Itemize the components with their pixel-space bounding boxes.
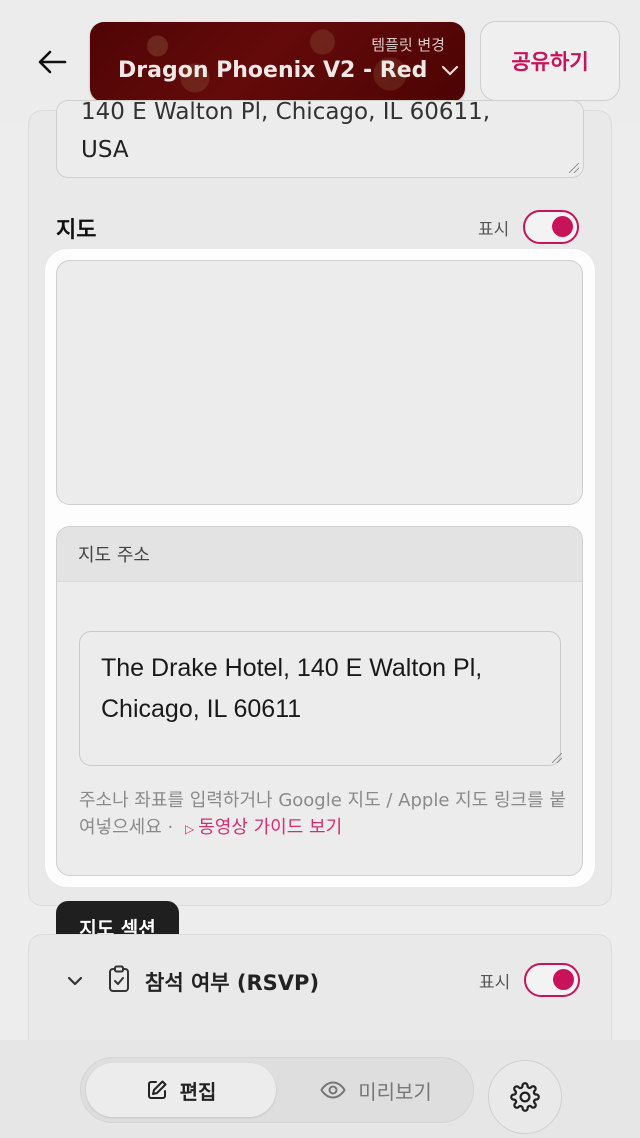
template-selector-button[interactable]: 템플릿 변경 Dragon Phoenix V2 - Red <box>90 22 465 102</box>
chevron-down-icon <box>442 65 459 76</box>
play-icon: ▷ <box>184 822 195 836</box>
map-show-toggle-group: 표시 <box>478 210 580 244</box>
clipboard-check-icon <box>109 965 129 992</box>
resize-handle[interactable] <box>552 753 562 763</box>
chevron-down-icon[interactable] <box>65 971 85 991</box>
map-address-input[interactable]: The Drake Hotel, 140 E Walton Pl, Chicag… <box>79 631 561 766</box>
share-button[interactable]: 공유하기 <box>480 21 620 101</box>
preview-tab[interactable]: 미리보기 <box>281 1063 471 1117</box>
edit-tab[interactable]: 편집 <box>86 1063 276 1117</box>
back-arrow-icon <box>38 50 67 74</box>
edit-icon <box>147 1080 167 1099</box>
map-address-help: 주소나 좌표를 입력하거나 Google 지도 / Apple 지도 링크를 붙… <box>79 790 566 838</box>
rsvp-section-header[interactable]: 참석 여부 (RSVP) 표시 <box>29 935 611 1025</box>
resize-handle[interactable] <box>569 163 579 173</box>
map-section-spotlight: 지도 주소 The Drake Hotel, 140 E Walton Pl, … <box>45 249 595 887</box>
map-address-header: 지도 주소 <box>57 527 582 582</box>
map-address-panel: 지도 주소 The Drake Hotel, 140 E Walton Pl, … <box>56 526 583 876</box>
rsvp-section-title: 참석 여부 (RSVP) <box>145 971 320 995</box>
rsvp-show-toggle[interactable] <box>524 963 581 997</box>
rsvp-show-toggle-group: 표시 <box>479 963 581 997</box>
template-name: Dragon Phoenix V2 - Red <box>118 58 459 83</box>
settings-button[interactable] <box>488 1060 562 1134</box>
map-show-label: 표시 <box>478 219 510 240</box>
template-change-hint: 템플릿 변경 <box>371 36 445 54</box>
rsvp-show-label: 표시 <box>479 972 511 993</box>
venue-address-textarea[interactable]: 140 E Walton Pl, Chicago, IL 60611, USA <box>56 100 584 178</box>
map-show-toggle[interactable] <box>523 210 580 244</box>
mode-segmented-control: 편집 미리보기 <box>80 1057 474 1123</box>
map-preview[interactable] <box>56 260 583 505</box>
map-section-label: 지도 <box>56 218 97 243</box>
gear-icon <box>510 1082 540 1112</box>
back-button[interactable] <box>30 40 74 84</box>
bottom-toolbar: 편집 미리보기 <box>0 1040 640 1138</box>
video-guide-link[interactable]: 동영상 가이드 보기 <box>198 817 342 838</box>
eye-icon <box>320 1081 346 1099</box>
